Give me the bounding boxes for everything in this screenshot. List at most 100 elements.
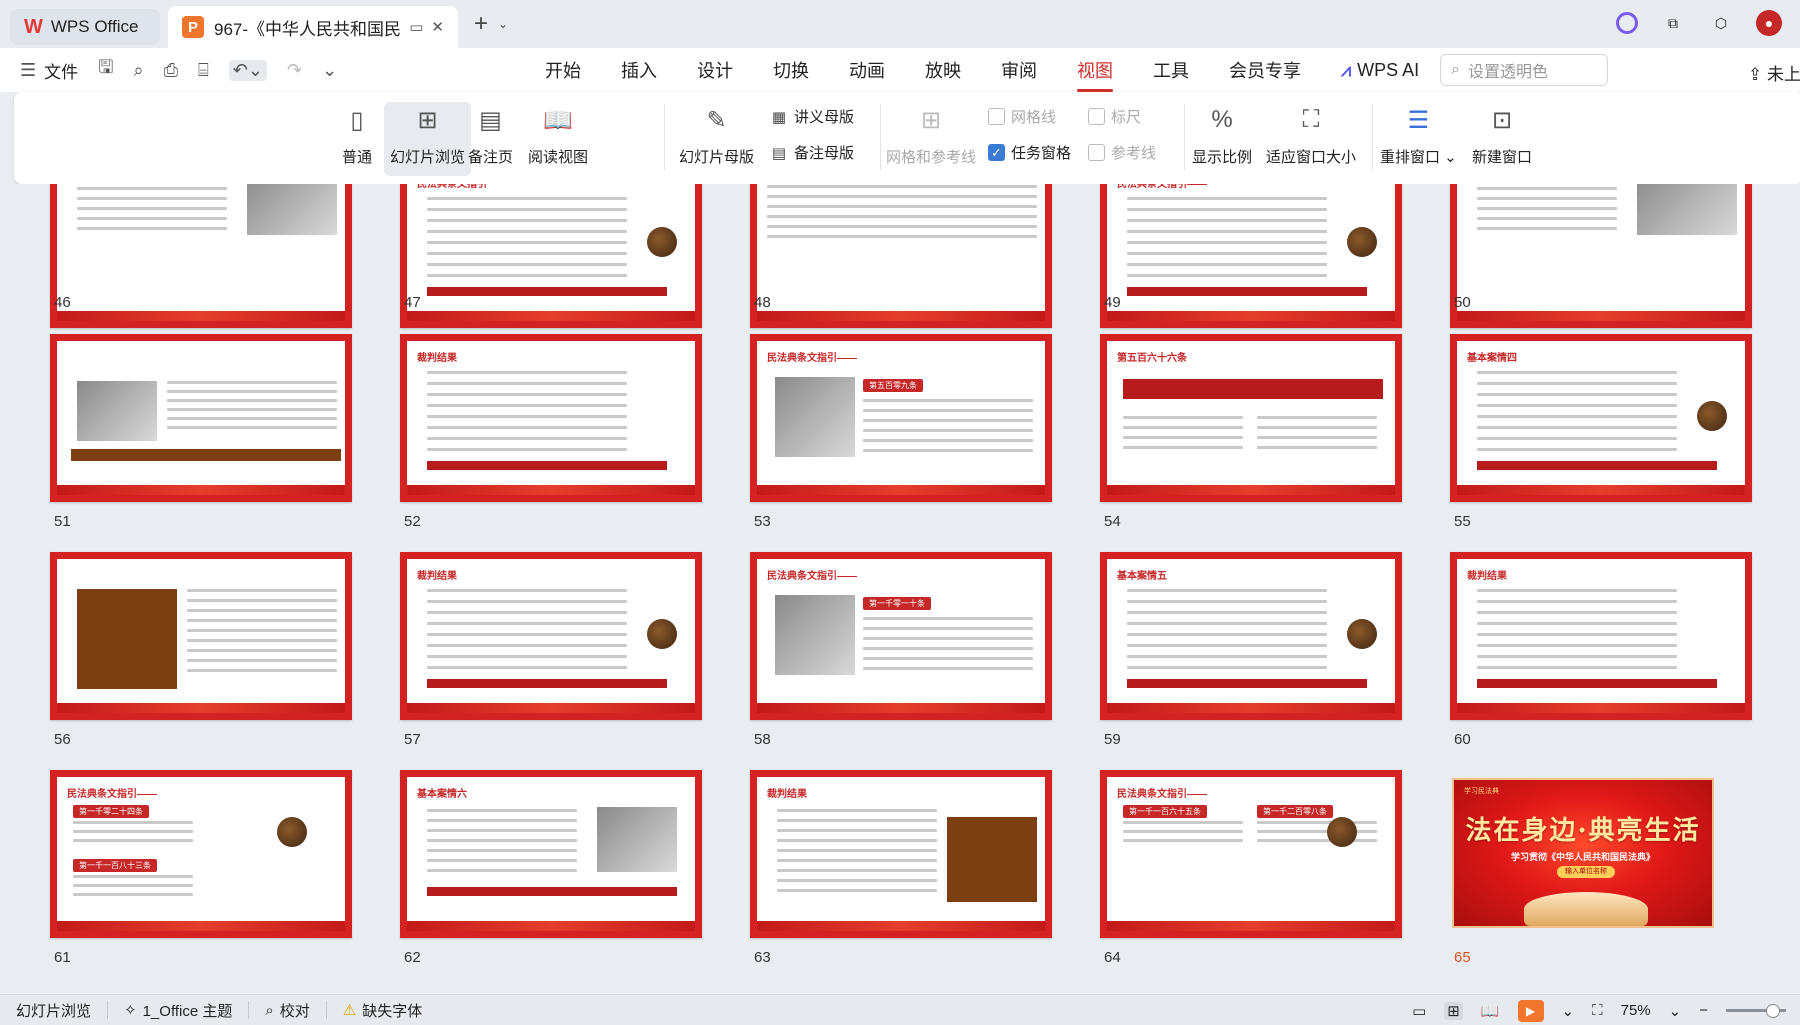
text-line	[863, 429, 1033, 432]
text-line	[1127, 263, 1327, 266]
play-icon[interactable]: ▶	[1517, 999, 1544, 1022]
slide-number: 49	[1104, 294, 1121, 311]
fit-slide-icon[interactable]: ⛶	[1592, 1002, 1603, 1019]
new-window-button[interactable]: ⊡ 新建窗口	[1472, 102, 1532, 167]
slide-thumbnail-51[interactable]	[50, 334, 352, 502]
document-tab[interactable]: P 967-《中华人民共和国民法典 ▭ ✕	[168, 6, 458, 48]
slide-thumbnail-64[interactable]: 民法典条文指引—— 第一千一百六十五条 第一千二百零八条	[1100, 770, 1402, 938]
file-menu[interactable]: 文件	[44, 58, 78, 83]
status-theme[interactable]: ✧ 1_Office 主题	[124, 1000, 232, 1021]
text-line	[427, 809, 577, 812]
avatar[interactable]: ●	[1756, 10, 1782, 36]
text-line	[1477, 589, 1677, 592]
slide-sorter-status-icon[interactable]: ⊞	[1444, 1001, 1463, 1020]
slide-thumbnail-56[interactable]	[50, 552, 352, 720]
wps-ai-tab[interactable]: ⩘ WPS AI	[1341, 60, 1419, 81]
guides-checkbox[interactable]: 参考线	[1088, 142, 1156, 163]
zoom-button[interactable]: % 显示比例	[1192, 102, 1252, 167]
tab-0[interactable]: 开始	[545, 57, 581, 83]
tab-8[interactable]: 工具	[1153, 57, 1189, 83]
slide-thumbnail-46[interactable]	[50, 184, 352, 328]
upload-label: 未上	[1766, 65, 1800, 84]
slide-number: 54	[1104, 513, 1121, 530]
print-icon[interactable]: ⎙	[164, 60, 178, 81]
notes-master-button[interactable]: ▤ 备注母版	[770, 142, 854, 163]
text-line	[767, 225, 1037, 228]
normal-view-button[interactable]: ▯ 普通	[339, 102, 375, 167]
save-icon[interactable]: 🖫	[98, 55, 113, 85]
upload-button[interactable]: ⇪ 未上	[1748, 60, 1800, 85]
slide-thumbnail-63[interactable]: 裁判结果	[750, 770, 1052, 938]
tab-4[interactable]: 动画	[849, 57, 885, 83]
slide-thumbnail-55[interactable]: 基本案情四	[1450, 334, 1752, 502]
slide-thumbnail-65[interactable]: 学习民法典 法在身边·典亮生活 学习贯彻《中华人民共和国民法典》 输入单位名称	[1452, 778, 1714, 928]
wps-office-tab[interactable]: W WPS Office	[10, 9, 160, 45]
slide-thumbnail-54[interactable]: 第五百六十六条	[1100, 334, 1402, 502]
reading-view-status-icon[interactable]: 📖	[1481, 1002, 1500, 1020]
zoom-level[interactable]: 75%	[1621, 1002, 1651, 1019]
play-options-icon[interactable]: ⌄	[1562, 1002, 1575, 1020]
new-tab-button[interactable]: +	[474, 10, 488, 38]
gavel-image	[1697, 401, 1727, 431]
more-icon[interactable]: ⌄	[322, 60, 337, 81]
undo-icon[interactable]: ↶⌄	[228, 59, 267, 81]
slide-thumbnail-57[interactable]: 裁判结果	[400, 552, 702, 720]
slide-subtitle: 学习贯彻《中华人民共和国民法典》	[1510, 852, 1655, 862]
cube-icon[interactable]: ⬡	[1708, 10, 1734, 36]
slide-master-button[interactable]: ✎ 幻灯片母版	[679, 102, 754, 167]
slide-thumbnail-52[interactable]: 裁判结果	[400, 334, 702, 502]
grid-guides-button[interactable]: ⊞ 网格和参考线	[886, 102, 976, 167]
tab-1[interactable]: 插入	[621, 57, 657, 83]
monitor-icon[interactable]: ▭	[409, 18, 423, 36]
slide-band	[1107, 703, 1395, 713]
status-bar: 幻灯片浏览 ✧ 1_Office 主题 ⌕ 校对 ⚠ 缺失字体 ▭ ⊞ 📖 ▶ ⌄ ⛶…	[0, 994, 1800, 1025]
gridlines-checkbox[interactable]: 网格线	[988, 106, 1056, 127]
slide-thumbnail-58[interactable]: 民法典条文指引—— 第一千零一十条	[750, 552, 1052, 720]
slide-heading: 裁判结果	[417, 571, 457, 582]
zoom-slider[interactable]	[1726, 1004, 1786, 1018]
task-pane-checkbox[interactable]: ✓ 任务窗格	[988, 142, 1071, 163]
zoom-out-icon[interactable]: −	[1699, 1002, 1708, 1019]
slide-thumbnail-60[interactable]: 裁判结果	[1450, 552, 1752, 720]
fit-window-button[interactable]: ⛶ 适应窗口大小	[1266, 102, 1356, 167]
slide-thumbnail-47[interactable]: 民法典条文指引	[400, 184, 702, 328]
slide-heading: 裁判结果	[417, 353, 457, 364]
slide-heading: 基本案情五	[1117, 571, 1167, 582]
gavel-image	[1327, 817, 1357, 847]
slide-thumbnail-48[interactable]	[750, 184, 1052, 328]
slide-thumbnail-50[interactable]	[1450, 184, 1752, 328]
slide-thumbnail-53[interactable]: 民法典条文指引—— 第五百零九条	[750, 334, 1052, 502]
slide-thumbnail-59[interactable]: 基本案情五	[1100, 552, 1402, 720]
gavel-image	[647, 227, 677, 257]
format-painter-icon[interactable]: ⌕	[133, 60, 143, 81]
window-restore-icon[interactable]: ⧉	[1660, 10, 1686, 36]
tab-7[interactable]: 视图	[1077, 57, 1113, 92]
close-icon[interactable]: ✕	[431, 18, 444, 36]
status-missing-fonts[interactable]: ⚠ 缺失字体	[343, 1000, 422, 1021]
chevron-down-icon[interactable]: ⌄	[498, 17, 508, 31]
print-preview-icon[interactable]: ⌸	[198, 60, 209, 81]
redo-icon[interactable]: ↷	[287, 60, 302, 81]
menu-icon[interactable]: ☰	[20, 60, 36, 81]
ai-assistant-icon[interactable]	[1616, 12, 1638, 34]
tab-2[interactable]: 设计	[697, 57, 733, 83]
text-line	[777, 839, 937, 842]
tab-6[interactable]: 审阅	[1001, 57, 1037, 83]
slide-sorter-button[interactable]: ⊞ 幻灯片浏览	[384, 102, 472, 176]
zoom-dropdown-icon[interactable]: ⌄	[1669, 1002, 1682, 1020]
tab-3[interactable]: 切换	[773, 57, 809, 83]
reading-view-button[interactable]: 📖 阅读视图	[528, 102, 588, 167]
status-proof[interactable]: ⌕ 校对	[265, 1000, 309, 1021]
arrange-windows-button[interactable]: ☰ 重排窗口 ⌄	[1380, 102, 1457, 167]
text-line	[1477, 426, 1677, 429]
notes-page-button[interactable]: ▤ 备注页	[468, 102, 513, 167]
tab-9[interactable]: 会员专享	[1229, 57, 1301, 83]
ruler-checkbox[interactable]: 标尺	[1088, 106, 1141, 127]
handout-master-button[interactable]: ▦ 讲义母版	[770, 106, 854, 127]
normal-view-status-icon[interactable]: ▭	[1412, 1002, 1426, 1020]
slide-thumbnail-61[interactable]: 民法典条文指引—— 第一千零二十四条 第一千一百八十三条	[50, 770, 352, 938]
slide-thumbnail-62[interactable]: 基本案情六	[400, 770, 702, 938]
search-input[interactable]: ⌕ 设置透明色	[1440, 54, 1608, 86]
slide-thumbnail-49[interactable]: 民法典条文指引——	[1100, 184, 1402, 328]
tab-5[interactable]: 放映	[925, 57, 961, 83]
